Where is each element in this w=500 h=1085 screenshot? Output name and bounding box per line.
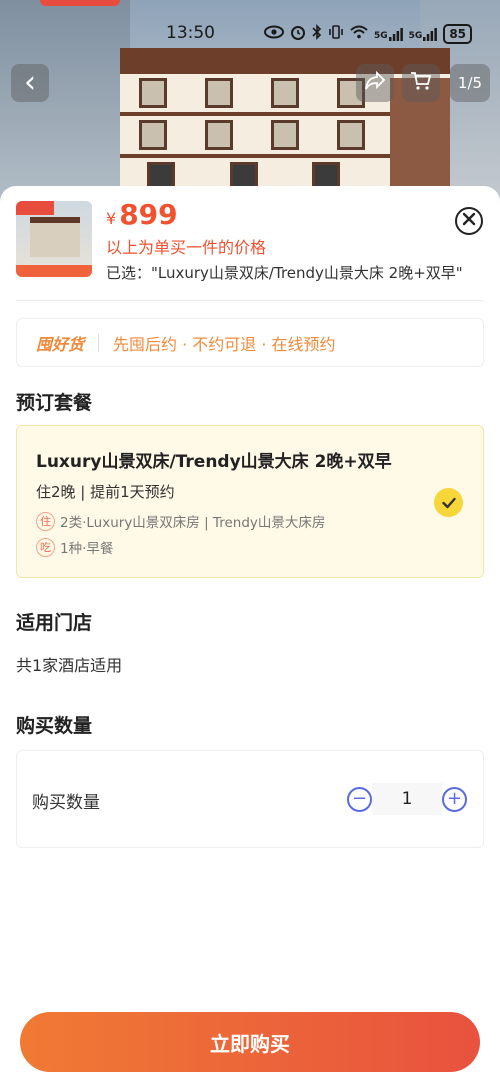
quantity-stepper: − 1 +: [347, 783, 467, 815]
price-value: 899: [119, 198, 178, 231]
package-meal-detail: 吃 1种·早餐: [36, 537, 113, 557]
top-accent-bar: [40, 0, 120, 6]
store-count-text[interactable]: 共1家酒店适用: [16, 652, 122, 676]
vibrate-icon: [328, 24, 344, 44]
decrease-button[interactable]: −: [347, 786, 372, 812]
selected-option: 已选："Luxury山景双床/Trendy山景大床 2晚+双早": [106, 264, 463, 282]
guarantee-separator: [98, 333, 100, 352]
thumbnail-tag: [16, 201, 54, 215]
signal-5g-icon: 5G: [409, 27, 438, 41]
stay-text: 2类·Luxury山景双床房 | Trendy山景大床房: [60, 515, 326, 531]
eye-icon: [264, 25, 284, 43]
building-window: [139, 120, 167, 150]
quantity-section-title: 购买数量: [16, 715, 93, 737]
thumbnail-price-strip: [16, 265, 92, 277]
wifi-icon: [350, 25, 368, 43]
price-currency: ¥: [106, 209, 117, 228]
signal-5g-icon: 5G: [374, 27, 403, 41]
quantity-label: 购买数量: [32, 793, 100, 813]
plus-icon: +: [446, 788, 463, 809]
meal-text: 1种·早餐: [60, 541, 114, 557]
status-icons: 5G 5G 85: [264, 24, 473, 44]
building-window: [205, 120, 233, 150]
cart-button[interactable]: [402, 64, 440, 102]
store-section-title: 适用门店: [16, 612, 93, 634]
quantity-card: 购买数量 − 1 +: [16, 750, 484, 848]
guarantee-text: 先囤后约 · 不约可退 · 在线预约: [113, 334, 336, 354]
building-roof: [120, 48, 450, 70]
package-section-title: 预订套餐: [16, 392, 93, 414]
battery-icon: 85: [443, 24, 473, 44]
status-bar: 13:50 5G 5G 85: [0, 20, 500, 48]
gallery-page-indicator: 1/5: [450, 64, 490, 102]
share-button[interactable]: [356, 64, 394, 102]
increase-button[interactable]: +: [442, 786, 467, 812]
share-icon: [364, 70, 386, 96]
network-label: 5G: [408, 31, 423, 41]
close-icon: [462, 211, 476, 231]
product-thumbnail: [16, 201, 92, 277]
bluetooth-icon: [312, 24, 322, 44]
checkmark-icon: [434, 488, 463, 517]
guarantee-logo: 囤好货: [36, 334, 85, 354]
building-window: [271, 120, 299, 150]
network-label: 5G: [374, 31, 388, 41]
cart-icon: [410, 71, 432, 96]
package-summary: 住2晚 | 提前1天预约: [36, 483, 175, 501]
package-stay-detail: 住 2类·Luxury山景双床房 | Trendy山景大床房: [36, 511, 325, 531]
meal-tag-icon: 吃: [36, 537, 55, 557]
buy-now-button[interactable]: 立即购买: [20, 1012, 480, 1072]
purchase-sheet: ¥ 899 以上为单买一件的价格 已选："Luxury山景双床/Trendy山景…: [0, 186, 500, 1085]
back-button[interactable]: ‹: [11, 64, 49, 102]
close-button[interactable]: [455, 207, 483, 235]
stay-tag-icon: 住: [36, 511, 55, 531]
minus-icon: −: [351, 788, 368, 809]
thumbnail-building: [30, 217, 80, 257]
building-window: [337, 120, 365, 150]
package-name: Luxury山景双床/Trendy山景大床 2晚+双早: [36, 452, 392, 472]
status-time: 13:50: [166, 23, 215, 43]
package-option-card[interactable]: Luxury山景双床/Trendy山景大床 2晚+双早 住2晚 | 提前1天预约…: [16, 425, 484, 578]
alarm-icon: [290, 24, 306, 44]
quantity-value[interactable]: 1: [372, 783, 442, 815]
price-row: ¥ 899: [106, 198, 178, 231]
building-window: [205, 78, 233, 108]
price-note: 以上为单买一件的价格: [106, 238, 267, 257]
building-window: [139, 78, 167, 108]
building-window: [271, 78, 299, 108]
guarantee-banner: 囤好货 先囤后约 · 不约可退 · 在线预约: [16, 318, 484, 367]
chevron-left-icon: ‹: [24, 65, 36, 100]
divider: [16, 300, 484, 301]
